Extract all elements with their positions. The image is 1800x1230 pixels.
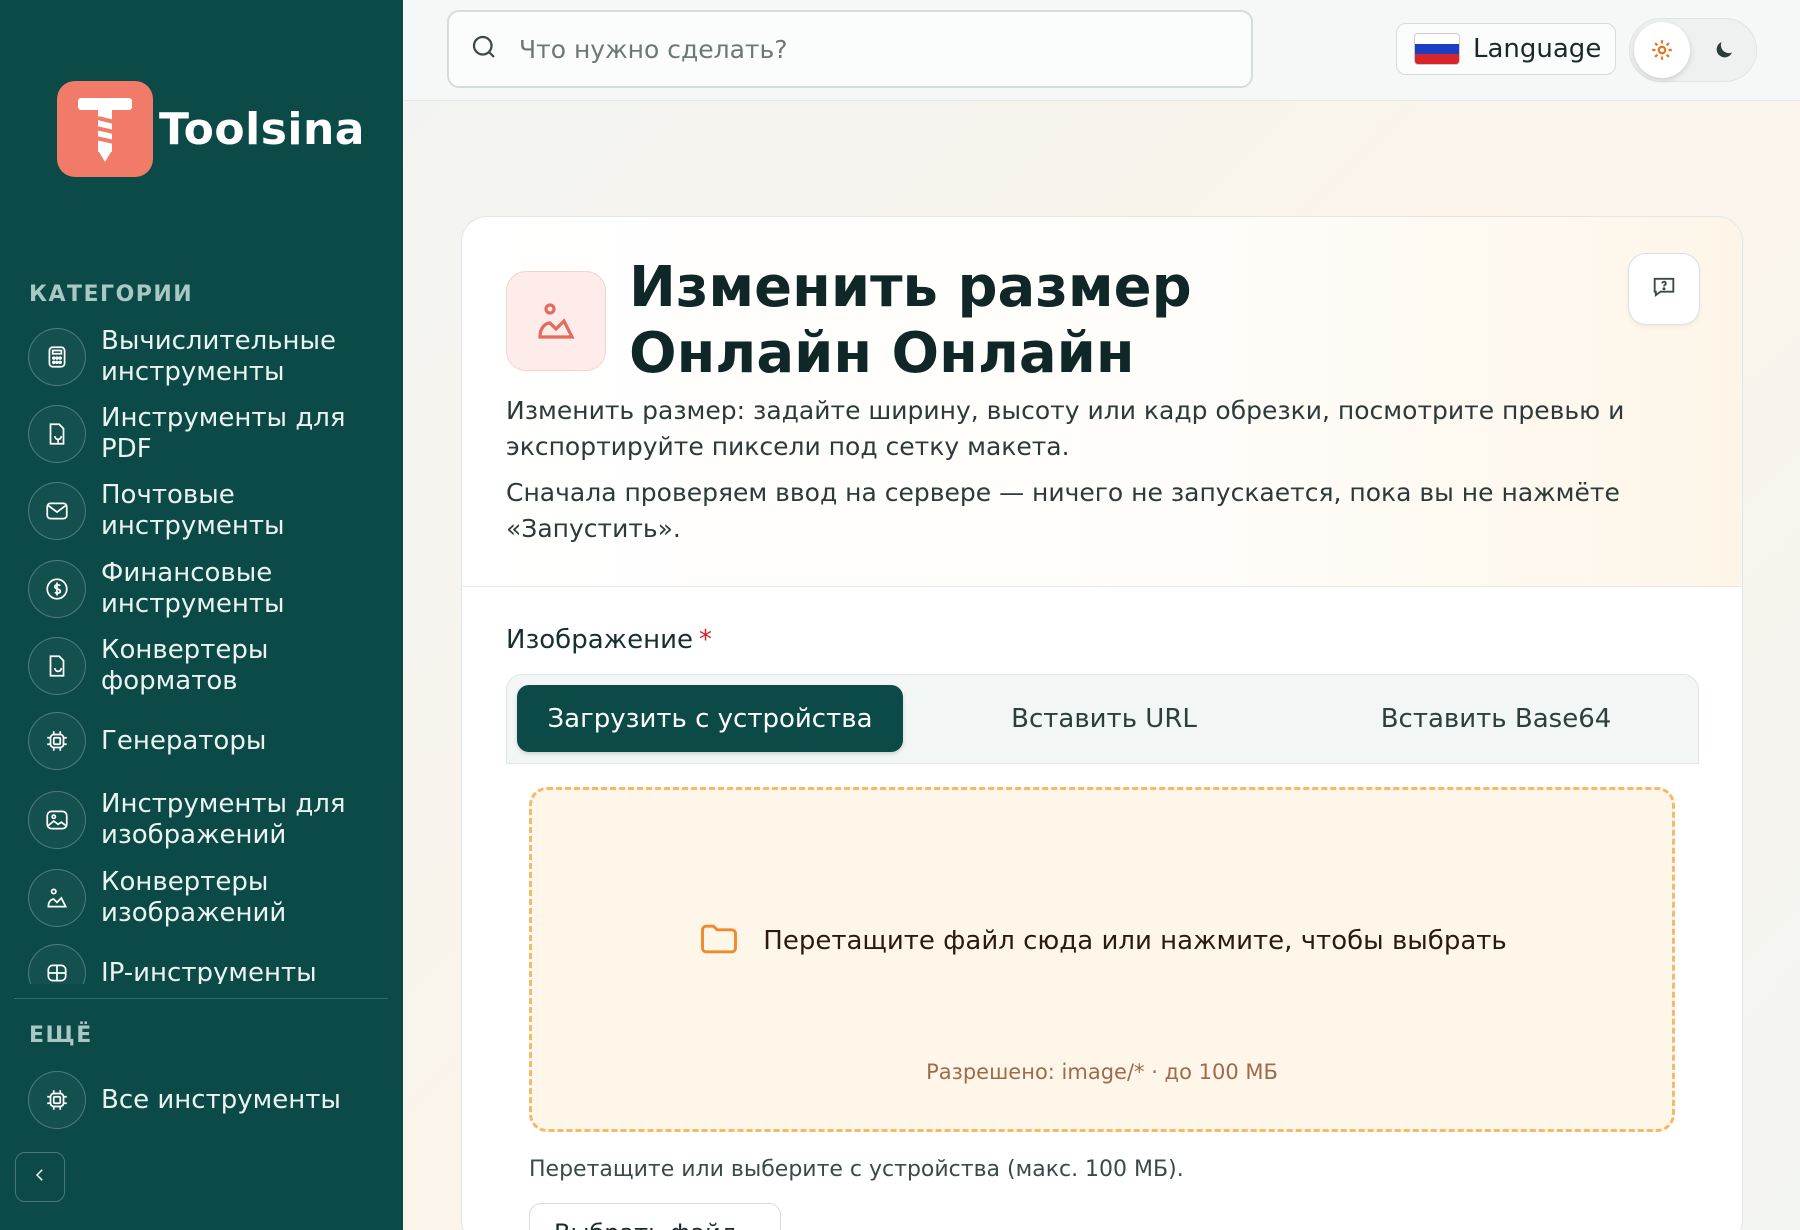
sidebar-item-ip-tools[interactable]: IP-инструменты <box>28 944 388 984</box>
sidebar-item-label: Почтовые инструменты <box>101 480 285 541</box>
moon-icon[interactable] <box>1696 22 1752 78</box>
sidebar-item-mail[interactable]: Почтовые инструменты <box>28 480 388 542</box>
dropzone-text: Перетащите файл сюда или нажмите, чтобы … <box>763 926 1507 956</box>
file-convert-icon <box>28 637 86 695</box>
cpu-icon <box>28 712 86 770</box>
dollar-icon <box>28 560 86 618</box>
tab-upload-device[interactable]: Загрузить с устройства <box>517 685 903 752</box>
sidebar-item-label: Генераторы <box>101 725 267 756</box>
file-dropzone[interactable]: Перетащите файл сюда или нажмите, чтобы … <box>529 787 1675 1132</box>
collapse-sidebar-button[interactable] <box>15 1152 65 1202</box>
image-label-text: Изображение <box>506 625 693 655</box>
sun-icon[interactable] <box>1634 22 1690 78</box>
sidebar-item-label: Инструменты для изображений <box>101 789 346 850</box>
help-icon <box>1650 273 1678 305</box>
calculator-icon <box>28 328 86 386</box>
language-label: Language <box>1473 34 1602 64</box>
sidebar-item-format-converters[interactable]: Конвертеры форматов <box>28 635 388 697</box>
sidebar-item-label: Финансовые инструменты <box>101 558 285 619</box>
top-bar: Language <box>403 0 1800 101</box>
sidebar: Toolsina КАТЕГОРИИ Вычислительные инстру… <box>0 0 403 1230</box>
tool-description: Изменить размер: задайте ширину, высоту … <box>506 396 1625 461</box>
more-heading: ЕЩЁ <box>29 1023 93 1048</box>
sidebar-item-all-tools[interactable]: Все инструменты <box>28 1071 388 1129</box>
dropzone-allowed-types: Разрешено: image/* · до 100 МБ <box>926 1060 1278 1084</box>
sidebar-item-finance[interactable]: Финансовые инструменты <box>28 558 388 620</box>
russia-flag-icon <box>1415 34 1459 64</box>
language-button[interactable]: Language <box>1396 23 1616 75</box>
required-marker: * <box>698 625 712 655</box>
tab-paste-url[interactable]: Вставить URL <box>911 685 1297 752</box>
sidebar-item-pdf[interactable]: Инструменты для PDF <box>28 403 388 465</box>
chevron-left-icon <box>31 1166 49 1188</box>
toolsina-logo-icon <box>57 81 153 177</box>
tool-card: Изменить размер Онлайн Онлайн Изменить р… <box>461 216 1743 1230</box>
sidebar-item-label: Вычислительные инструменты <box>101 326 337 387</box>
sidebar-item-image-tools[interactable]: Инструменты для изображений <box>28 789 388 851</box>
choose-file-button[interactable]: Выбрать файл <box>529 1203 781 1230</box>
dropzone-prompt: Перетащите файл сюда или нажмите, чтобы … <box>532 917 1672 965</box>
sidebar-item-label: Конвертеры форматов <box>101 635 269 696</box>
network-icon <box>28 944 86 984</box>
input-source-tabs: Загрузить с устройства Вставить URL Вста… <box>506 674 1699 764</box>
cpu-icon <box>28 1071 86 1129</box>
help-button[interactable] <box>1628 253 1700 325</box>
image-convert-icon <box>28 869 86 927</box>
categories-heading: КАТЕГОРИИ <box>29 282 194 307</box>
sidebar-item-label: Инструменты для PDF <box>101 403 346 464</box>
app-name: Toolsina <box>159 103 365 155</box>
mail-icon <box>28 482 86 540</box>
image-resize-icon <box>506 271 606 371</box>
sidebar-item-calculators[interactable]: Вычислительные инструменты <box>28 326 388 388</box>
image-field-label: Изображение * <box>506 625 712 655</box>
theme-toggle[interactable] <box>1629 18 1757 82</box>
image-icon <box>28 791 86 849</box>
sidebar-item-image-converters[interactable]: Конвертеры изображений <box>28 867 388 929</box>
tool-header: Изменить размер Онлайн Онлайн Изменить р… <box>462 217 1742 587</box>
tab-paste-base64[interactable]: Вставить Base64 <box>1303 685 1689 752</box>
page-title: Изменить размер Онлайн Онлайн <box>629 255 1192 386</box>
search-box[interactable] <box>447 10 1253 88</box>
category-list: Вычислительные инструменты Инструменты д… <box>0 326 403 984</box>
upload-hint: Перетащите или выберите с устройства (ма… <box>529 1157 1184 1182</box>
folder-icon <box>697 917 741 965</box>
logo[interactable]: Toolsina <box>57 81 365 177</box>
sidebar-item-generators[interactable]: Генераторы <box>28 712 388 770</box>
sidebar-item-label: Все инструменты <box>101 1084 341 1115</box>
document-icon <box>28 405 86 463</box>
search-icon <box>469 32 499 66</box>
tool-note: Сначала проверяем ввод на сервере — ниче… <box>506 478 1620 543</box>
search-input[interactable] <box>519 34 1119 64</box>
sidebar-item-label: Конвертеры изображений <box>101 867 287 928</box>
sidebar-divider <box>14 998 388 999</box>
sidebar-item-label: IP-инструменты <box>101 957 317 985</box>
